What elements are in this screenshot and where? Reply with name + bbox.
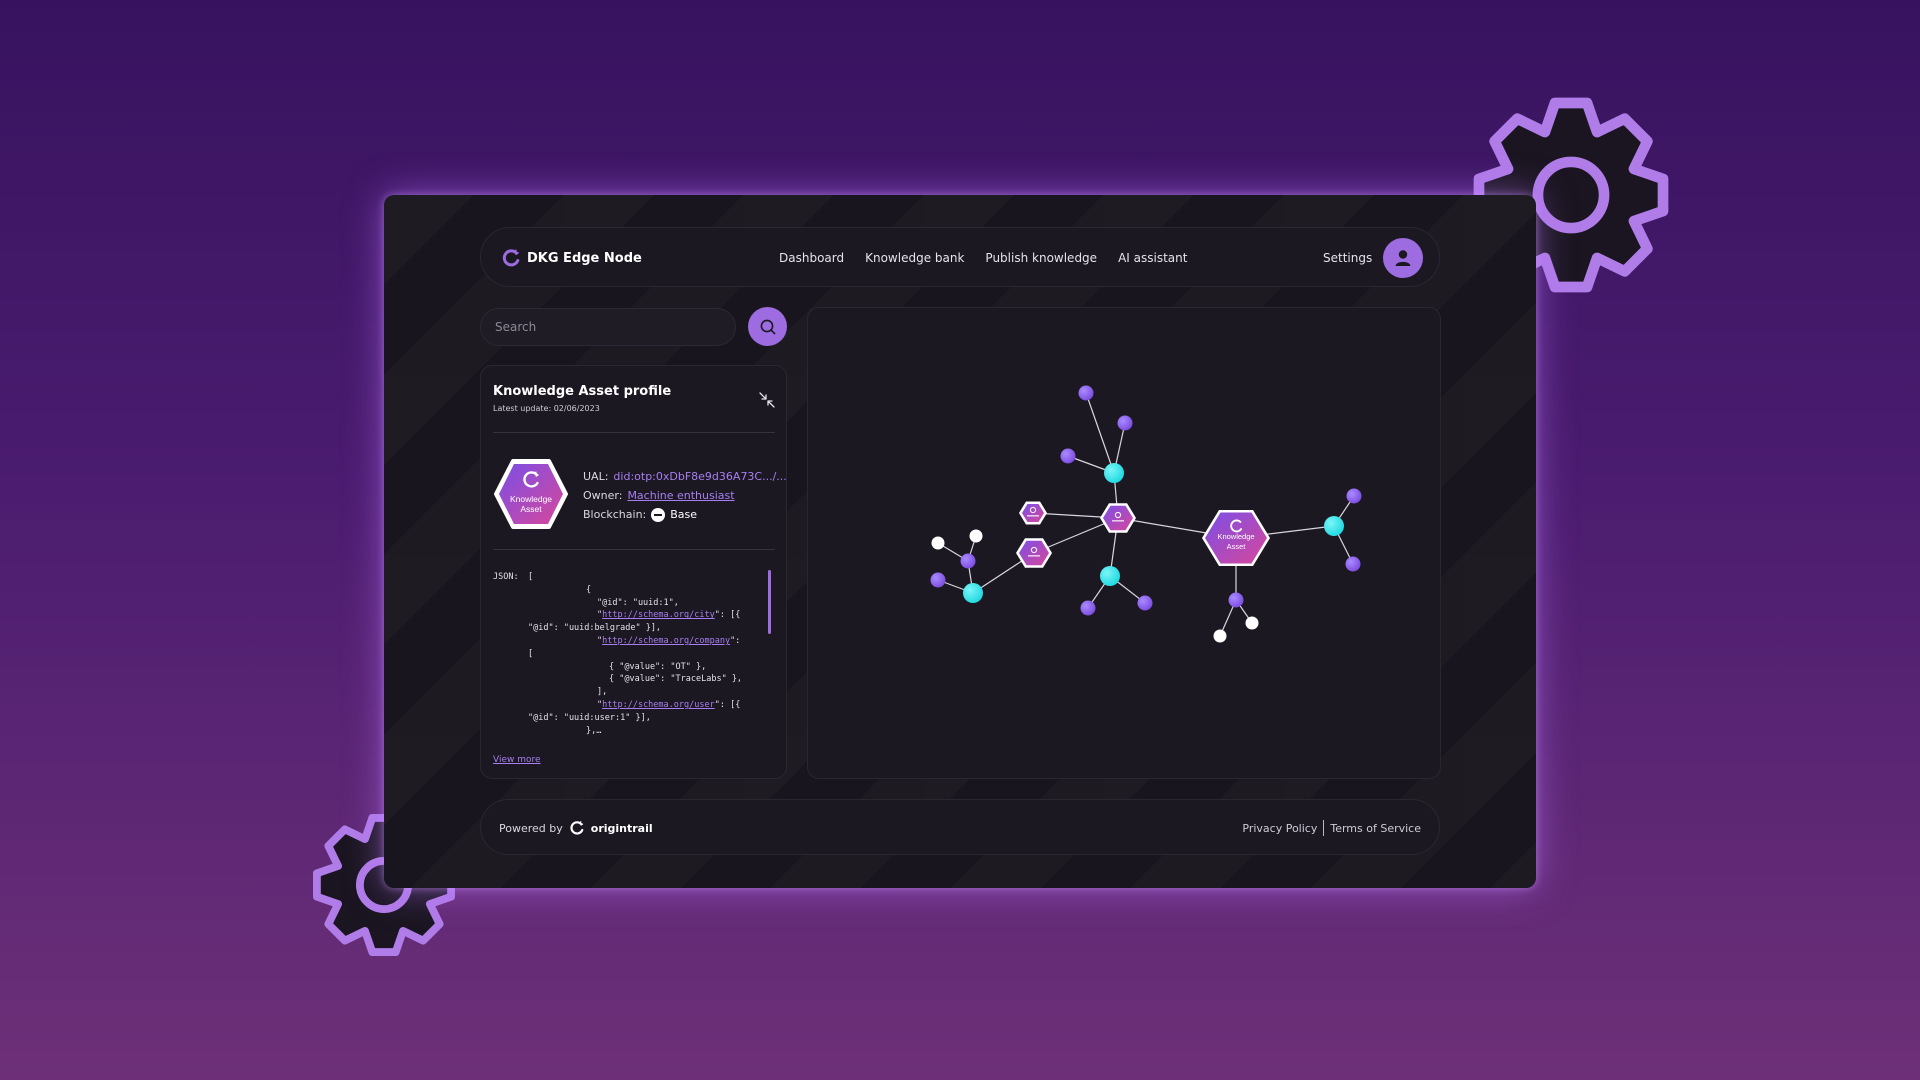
- brand[interactable]: DKG Edge Node: [501, 228, 642, 288]
- json-line: [: [528, 572, 534, 582]
- app-title: DKG Edge Node: [527, 250, 642, 266]
- base-chain-icon: [651, 507, 666, 522]
- graph-node-cyan[interactable]: [1104, 463, 1124, 483]
- footer: Powered by origintrail Privacy Policy Te…: [480, 799, 1440, 855]
- search-button[interactable]: [748, 307, 787, 346]
- graph-node-white[interactable]: [969, 529, 983, 543]
- graph-node-cyan[interactable]: [963, 583, 983, 603]
- hub-badge-label: Knowledge: [1217, 532, 1254, 541]
- search-bar: [480, 307, 787, 347]
- collapse-icon[interactable]: [757, 390, 777, 410]
- graph-node-purple[interactable]: [1080, 600, 1096, 616]
- dkg-logo-icon: [502, 249, 520, 267]
- nav-item-knowledge-bank[interactable]: Knowledge bank: [865, 251, 964, 265]
- graph-node-white[interactable]: [1245, 616, 1259, 630]
- json-line: },…: [586, 725, 602, 736]
- graph-node-purple[interactable]: [1078, 385, 1094, 401]
- asset-metadata: UAL: did:otp:0xDbF8e9d36A73C.../... Owne…: [583, 467, 787, 524]
- json-scrollbar[interactable]: [768, 570, 771, 634]
- graph-node-white[interactable]: [1213, 629, 1227, 643]
- graph-node-purple[interactable]: [1345, 556, 1361, 572]
- top-navbar: DKG Edge Node Dashboard Knowledge bank P…: [480, 227, 1440, 287]
- badge-label-line1: Knowledge: [510, 494, 552, 504]
- blockchain-label: Blockchain:: [583, 508, 647, 521]
- origintrail-logo-icon: [570, 821, 584, 835]
- json-line: [: [528, 648, 534, 659]
- owner-link[interactable]: Machine enthusiast: [627, 486, 734, 505]
- ual-link[interactable]: did:otp:0xDbF8e9d36A73C.../...: [613, 467, 786, 486]
- json-line: ],: [597, 687, 608, 698]
- graph-node-white[interactable]: [931, 536, 945, 550]
- graph-node-purple[interactable]: [1346, 488, 1362, 504]
- search-input[interactable]: [480, 308, 736, 346]
- knowledge-asset-badge: Knowledge Asset: [494, 459, 568, 529]
- nav-item-publish-knowledge[interactable]: Publish knowledge: [985, 251, 1097, 265]
- hub-badge-label: Asset: [1227, 542, 1247, 551]
- divider: [1323, 820, 1325, 836]
- owner-label: Owner:: [583, 489, 623, 502]
- json-line: "@id": "uuid:belgrade" }],: [528, 623, 662, 634]
- main-nav: Dashboard Knowledge bank Publish knowled…: [779, 228, 1187, 288]
- view-more-link[interactable]: View more: [493, 755, 541, 765]
- user-avatar-button[interactable]: [1383, 238, 1423, 278]
- graph-asset-node[interactable]: [1016, 538, 1052, 568]
- latest-update: Latest update: 02/06/2023: [493, 404, 600, 413]
- graph-node-cyan[interactable]: [1100, 566, 1120, 586]
- badge-label-line2: Asset: [520, 504, 542, 514]
- knowledge-asset-profile-card: Knowledge Asset profile Latest update: 0…: [480, 365, 787, 779]
- graph-edge: [1085, 392, 1115, 474]
- graph-asset-node[interactable]: [1100, 503, 1136, 533]
- knowledge-graph[interactable]: KnowledgeAsset: [808, 308, 1442, 780]
- nav-item-dashboard[interactable]: Dashboard: [779, 251, 844, 265]
- json-label: JSON:: [493, 572, 519, 582]
- json-viewer: JSON: [ { "@id": "uuid:1", "http://schema…: [493, 571, 763, 737]
- app-window: DKG Edge Node Dashboard Knowledge bank P…: [384, 195, 1536, 888]
- graph-hub-asset-node[interactable]: KnowledgeAsset: [1202, 510, 1270, 566]
- json-link-line[interactable]: "http://schema.org/company":: [597, 635, 740, 648]
- origintrail-brand[interactable]: origintrail: [591, 822, 653, 835]
- graph-node-cyan[interactable]: [1324, 516, 1344, 536]
- json-link-line[interactable]: "http://schema.org/city": [{: [597, 609, 740, 622]
- json-line: { "@value": "OT" },: [609, 661, 707, 672]
- user-icon: [1395, 250, 1411, 266]
- search-icon: [760, 319, 775, 334]
- powered-by: Powered by origintrail: [499, 800, 653, 856]
- blockchain-value: Base: [670, 508, 698, 521]
- json-link-line[interactable]: "http://schema.org/user": [{: [597, 699, 740, 712]
- knowledge-graph-panel[interactable]: Knowledge Asset: [807, 307, 1441, 779]
- graph-node-purple[interactable]: [1117, 415, 1133, 431]
- powered-by-label: Powered by: [499, 821, 563, 835]
- divider: [493, 549, 775, 550]
- legal-links: Privacy Policy Terms of Service: [1242, 800, 1421, 856]
- settings-link[interactable]: Settings: [1323, 228, 1372, 288]
- card-title: Knowledge Asset profile: [493, 384, 672, 399]
- divider: [493, 432, 775, 433]
- graph-asset-node[interactable]: [1019, 501, 1047, 525]
- terms-of-service-link[interactable]: Terms of Service: [1330, 822, 1421, 835]
- graph-node-purple[interactable]: [1228, 592, 1244, 608]
- graph-node-purple[interactable]: [960, 553, 976, 569]
- nav-item-ai-assistant[interactable]: AI assistant: [1118, 251, 1187, 265]
- privacy-policy-link[interactable]: Privacy Policy: [1242, 822, 1317, 835]
- graph-node-purple[interactable]: [1137, 595, 1153, 611]
- graph-node-purple[interactable]: [1060, 448, 1076, 464]
- ual-label: UAL:: [583, 470, 609, 483]
- graph-node-purple[interactable]: [930, 572, 946, 588]
- json-line: {: [586, 584, 592, 595]
- json-line: { "@value": "TraceLabs" },: [609, 674, 743, 685]
- json-line: "@id": "uuid:1",: [597, 597, 679, 608]
- json-line: "@id": "uuid:user:1" }],: [528, 712, 651, 723]
